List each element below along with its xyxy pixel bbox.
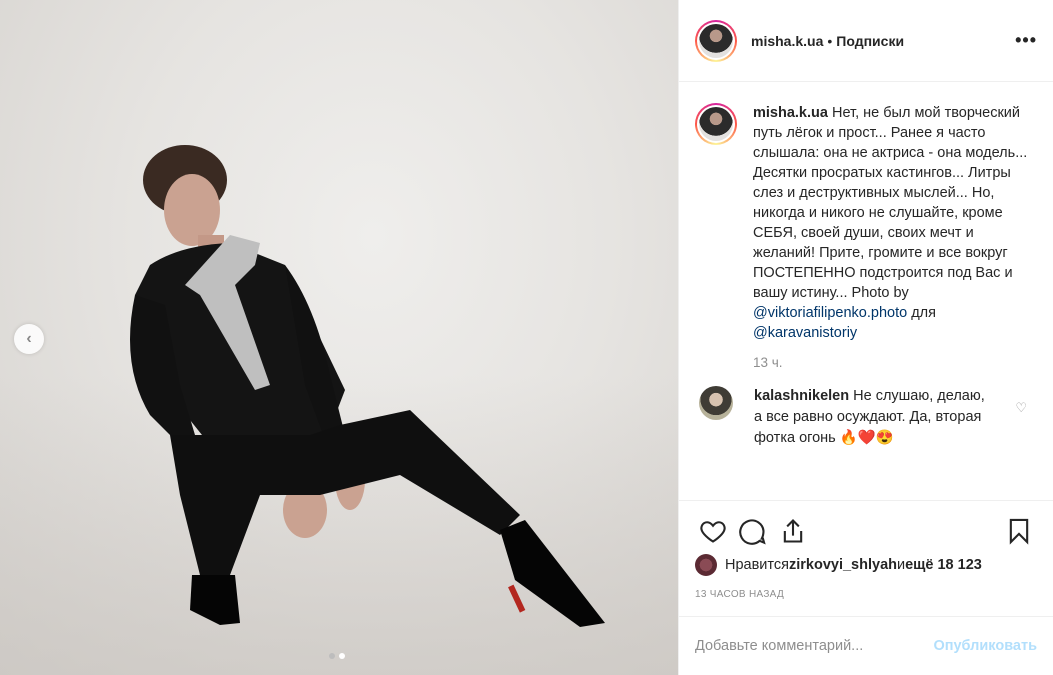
likes-summary: Нравится zirkovyi_shlyah и ещё 18 123 xyxy=(695,554,982,576)
post-side-panel: misha.k.ua • Подписки ••• misha.k.ua Нет… xyxy=(678,0,1053,675)
comment-input[interactable] xyxy=(695,638,934,654)
author-avatar[interactable] xyxy=(695,19,737,62)
carousel-prev-button[interactable]: ‹ xyxy=(14,324,44,354)
liker-username-link[interactable]: zirkovyi_shlyah xyxy=(789,557,897,573)
post-header: misha.k.ua • Подписки ••• xyxy=(679,0,1053,82)
mention-link-magazine[interactable]: @karavanistoriy xyxy=(753,325,857,341)
author-avatar-image xyxy=(699,23,733,58)
likes-prefix: Нравится xyxy=(725,557,789,573)
following-button[interactable]: Подписки xyxy=(836,33,904,49)
likes-count-link[interactable]: ещё 18 123 xyxy=(905,557,982,573)
carousel-indicator xyxy=(329,653,345,659)
mention-link-photographer[interactable]: @viktoriafilipenko.photo xyxy=(753,305,907,321)
woman-in-suit-figure xyxy=(130,145,605,627)
header-username-link[interactable]: misha.k.ua xyxy=(751,33,823,49)
comment-bubble-icon[interactable] xyxy=(733,511,773,551)
comments-list[interactable]: misha.k.ua Нет, не был мой творческий пу… xyxy=(679,83,1053,499)
save-bookmark-icon[interactable] xyxy=(999,511,1039,551)
caption-author-avatar-inner xyxy=(697,105,735,143)
share-upload-icon[interactable] xyxy=(773,511,813,551)
post-timestamp[interactable]: 13 часов назад xyxy=(695,589,784,600)
caption-text: misha.k.ua Нет, не был мой творческий пу… xyxy=(753,103,1033,343)
publish-button[interactable]: Опубликовать xyxy=(933,638,1037,654)
commenter-username-link[interactable]: kalashnikelen xyxy=(754,388,849,404)
caption-body: Нет, не был мой творческий путь лёгок и … xyxy=(753,105,1028,301)
caption-author-avatar-image xyxy=(699,107,733,141)
carousel-dot-1 xyxy=(329,653,335,659)
liker-avatar[interactable] xyxy=(695,554,717,576)
like-heart-icon[interactable] xyxy=(693,511,733,551)
header-separator: • xyxy=(827,32,833,49)
post-photo[interactable]: ‹ xyxy=(0,0,678,675)
likes-middle: и xyxy=(896,557,906,573)
add-comment-bar: Опубликовать xyxy=(679,616,1053,675)
commenter-avatar[interactable] xyxy=(699,386,733,420)
caption-timestamp[interactable]: 13 ч. xyxy=(753,355,1053,370)
carousel-dot-2 xyxy=(339,653,345,659)
caption-connector: для xyxy=(907,305,936,321)
caption-author-avatar[interactable] xyxy=(695,103,737,145)
author-avatar-inner xyxy=(697,21,735,60)
post-caption: misha.k.ua Нет, не был мой творческий пу… xyxy=(679,83,1053,343)
comment-text: kalashnikelen Не слушаю, делаю, а все ра… xyxy=(754,386,994,449)
more-options-icon[interactable]: ••• xyxy=(1015,30,1037,51)
caption-username-link[interactable]: misha.k.ua xyxy=(753,105,828,121)
comment-item: kalashnikelen Не слушаю, делаю, а все ра… xyxy=(679,370,1053,449)
comment-like-heart-icon[interactable]: ♡ xyxy=(1015,400,1027,416)
post-actions-bar xyxy=(679,500,1053,560)
